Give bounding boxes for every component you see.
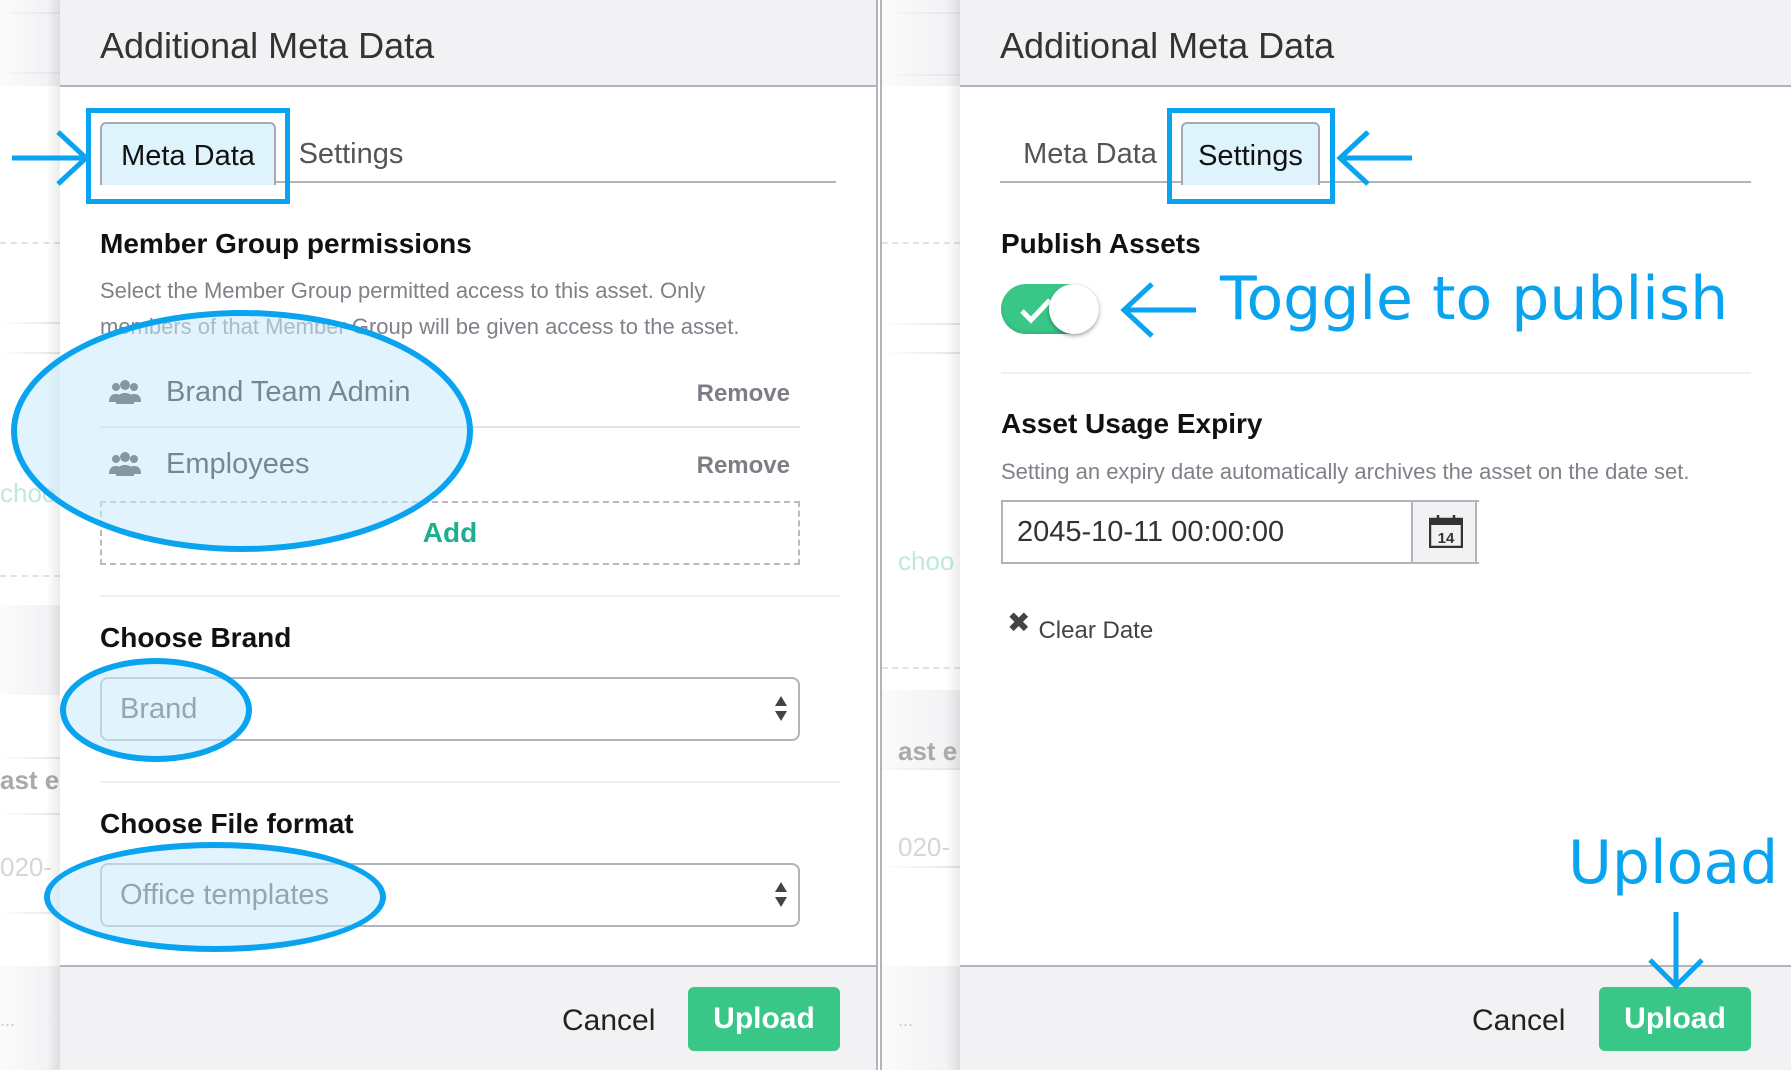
member-group-name: Employees <box>166 448 310 480</box>
tab-settings[interactable]: Settings <box>276 122 426 183</box>
member-group-help-2: members of that Member Group will be giv… <box>100 314 740 339</box>
modal-header: Additional Meta Data <box>960 0 1791 87</box>
select-arrows-icon <box>775 882 787 907</box>
clear-date-label: Clear Date <box>1038 617 1154 644</box>
tab-meta-data[interactable]: Meta Data <box>100 122 276 185</box>
member-group-name: Brand Team Admin <box>166 376 411 408</box>
toggle-to-publish-annotation: Toggle to publish <box>1220 264 1729 334</box>
file-format-select-value: Office templates <box>120 879 330 911</box>
close-icon: ✖ <box>1007 607 1031 638</box>
choose-brand-title: Choose Brand <box>100 622 292 653</box>
member-group-row: Employees Remove <box>100 430 800 502</box>
ghost-date-text: 020- <box>898 832 951 862</box>
arrow-right-icon <box>12 130 90 186</box>
publish-toggle[interactable] <box>1001 284 1099 334</box>
tab-settings[interactable]: Settings <box>1181 122 1320 185</box>
ghost-ellipsis: ... <box>898 1010 914 1030</box>
upload-annotation: Upload <box>1568 828 1779 898</box>
left-modal: Additional Meta Data Meta Data Settings … <box>60 0 878 1070</box>
arrow-left-icon <box>1120 282 1196 338</box>
expiry-help-text: Setting an expiry date automatically arc… <box>1001 459 1690 484</box>
remove-group-button[interactable]: Remove <box>697 452 790 480</box>
brand-select[interactable]: Brand <box>100 677 800 741</box>
background-page-right: choo ast e 020- ... <box>880 0 960 1070</box>
file-format-select[interactable]: Office templates <box>100 863 800 927</box>
modal-title: Additional Meta Data <box>100 25 435 66</box>
toggle-knob <box>1049 284 1099 334</box>
upload-button[interactable]: Upload <box>1599 987 1751 1051</box>
choose-file-format-title: Choose File format <box>100 808 354 839</box>
asset-usage-expiry-title: Asset Usage Expiry <box>1001 408 1263 439</box>
cancel-button[interactable]: Cancel <box>1472 1004 1565 1038</box>
modal-title: Additional Meta Data <box>1000 25 1335 66</box>
clear-date-button[interactable]: ✖ Clear Date <box>1007 607 1154 645</box>
expiry-date-input[interactable]: 2045-10-11 00:00:00 <box>1001 500 1479 564</box>
select-arrows-icon <box>775 696 787 721</box>
users-icon <box>109 452 141 476</box>
cancel-button[interactable]: Cancel <box>562 1004 655 1038</box>
brand-select-value: Brand <box>120 693 198 725</box>
ghost-ellipsis: ... <box>0 1010 16 1030</box>
member-group-title: Member Group permissions <box>100 228 472 259</box>
users-icon <box>109 380 141 404</box>
member-group-row: Brand Team Admin Remove <box>100 358 800 430</box>
upload-button[interactable]: Upload <box>688 987 840 1051</box>
tab-meta-data[interactable]: Meta Data <box>1000 122 1180 183</box>
member-group-help-1: Select the Member Group permitted access… <box>100 278 706 303</box>
add-group-button[interactable]: Add <box>100 501 800 565</box>
calendar-day: 14 <box>1438 530 1455 547</box>
remove-group-button[interactable]: Remove <box>697 380 790 408</box>
check-icon <box>1020 298 1052 324</box>
tab-bar: Meta Data Settings <box>100 120 836 185</box>
calendar-icon: 14 <box>1429 515 1463 548</box>
ghost-date-text: 020- <box>0 852 53 882</box>
publish-assets-title: Publish Assets <box>1001 228 1201 259</box>
arrow-down-icon <box>1648 912 1704 990</box>
calendar-button[interactable]: 14 <box>1411 500 1477 564</box>
modal-header: Additional Meta Data <box>60 0 876 87</box>
arrow-left-icon <box>1336 130 1412 186</box>
